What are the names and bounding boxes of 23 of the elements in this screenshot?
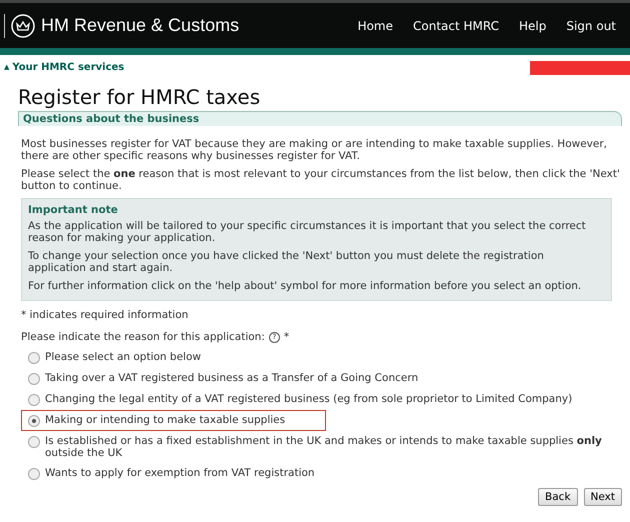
required-mark: *	[284, 331, 290, 343]
page-title: Register for HMRC taxes	[18, 85, 262, 109]
option-label[interactable]: Changing the legal entity of a VAT registered business (eg from sole proprietor to Limited Company)	[45, 393, 572, 405]
option-label[interactable]: Taking over a VAT registered business as a Transfer of a Going Concern	[45, 372, 418, 384]
note-text: As the application will be tailored to your specific circumstances it is important that you select the correct reason for making your application.	[28, 220, 587, 244]
intro-text: Most businesses register for VAT because they are making or are intending to make taxable supplies. However, there are other specific reasons why businesses register for VAT.	[21, 138, 608, 162]
option-label[interactable]: Is established or has a fixed establishment in the UK and makes or intends to make taxable supplies only outside the UK	[45, 435, 613, 459]
note-title: Important note	[28, 204, 119, 216]
nav-link[interactable]: Sign out	[566, 18, 616, 32]
option-label[interactable]: Please select an option below	[45, 351, 201, 363]
option-label[interactable]: Wants to apply for exemption from VAT registration	[45, 467, 315, 479]
required-hint: * indicates required information	[21, 309, 190, 321]
intro-text: Please select the one reason that is most relevant to your circumstances from the list below, then click the 'Next' button to continue.	[21, 168, 621, 192]
note-text: To change your selection once you have clicked the 'Next' button you must delete the registration application and start again.	[28, 250, 545, 274]
nav-button[interactable]: Next	[584, 488, 622, 506]
section-heading: Questions about the business	[18, 111, 622, 126]
nav-link[interactable]: Help	[519, 18, 546, 32]
nav-link[interactable]: Home	[358, 18, 393, 32]
nav-button[interactable]: Back	[538, 488, 578, 506]
brand-name: HM Revenue & Customs	[41, 15, 240, 36]
question-label: Please indicate the reason for this application:	[21, 331, 265, 343]
nav-link[interactable]: Contact HMRC	[413, 18, 499, 32]
note-text: For further information click on the 'help about' symbol for more information before you select an option.	[28, 280, 582, 292]
